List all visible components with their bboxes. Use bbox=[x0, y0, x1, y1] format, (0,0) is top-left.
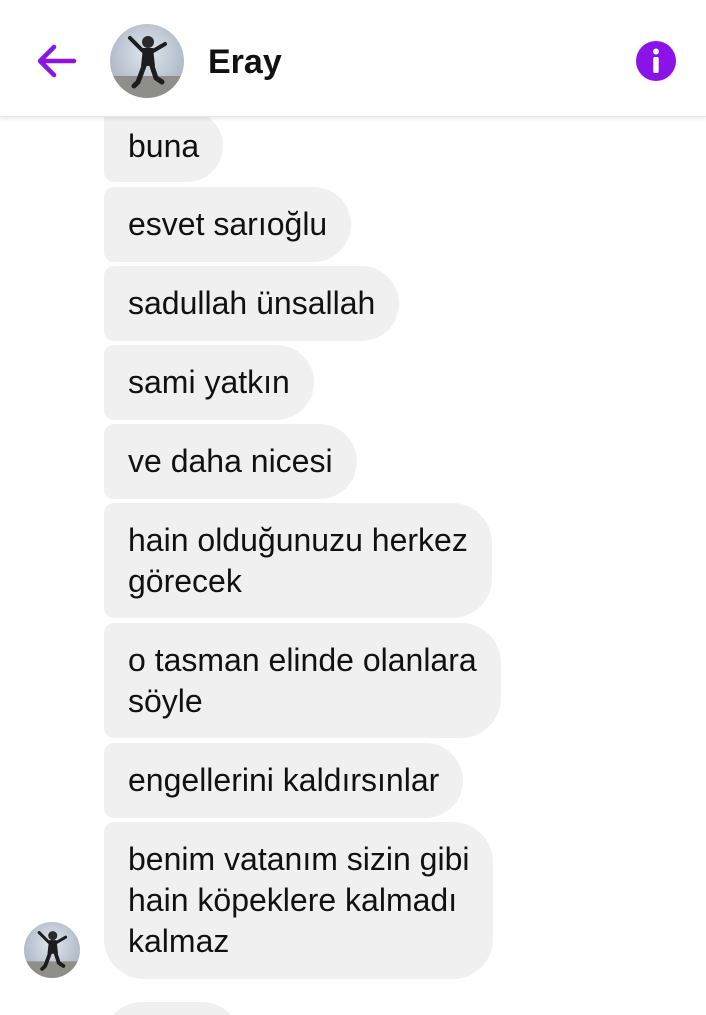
message-thread[interactable]: buna esvet sarıoğlu sadullah ünsallah sa… bbox=[0, 116, 706, 1015]
message-bubble[interactable]: hain olduğunuzu herkez görecek bbox=[104, 503, 492, 618]
message-bubble-partial[interactable] bbox=[104, 1002, 240, 1015]
info-circle-icon bbox=[636, 41, 676, 81]
info-button[interactable] bbox=[635, 40, 677, 82]
arrow-left-icon bbox=[37, 44, 77, 78]
chat-header: Eray bbox=[0, 0, 706, 117]
back-button[interactable] bbox=[30, 38, 82, 84]
message-bubble[interactable]: sami yatkın bbox=[104, 345, 314, 420]
message-bubble[interactable]: sadullah ünsallah bbox=[104, 266, 400, 341]
sender-avatar[interactable] bbox=[24, 922, 80, 978]
message-bubble[interactable]: esvet sarıoğlu bbox=[104, 187, 352, 262]
message-bubble[interactable]: benim vatanım sizin gibi hain köpeklere … bbox=[104, 822, 494, 979]
message-bubble[interactable]: o tasman elinde olanlara söyle bbox=[104, 623, 501, 738]
message-bubble[interactable]: buna bbox=[104, 116, 224, 182]
contact-avatar[interactable] bbox=[110, 24, 184, 98]
message-bubble[interactable]: engellerini kaldırsınlar bbox=[104, 743, 464, 818]
message-bubble[interactable]: ve daha nicesi bbox=[104, 424, 357, 499]
contact-name[interactable]: Eray bbox=[208, 40, 282, 84]
